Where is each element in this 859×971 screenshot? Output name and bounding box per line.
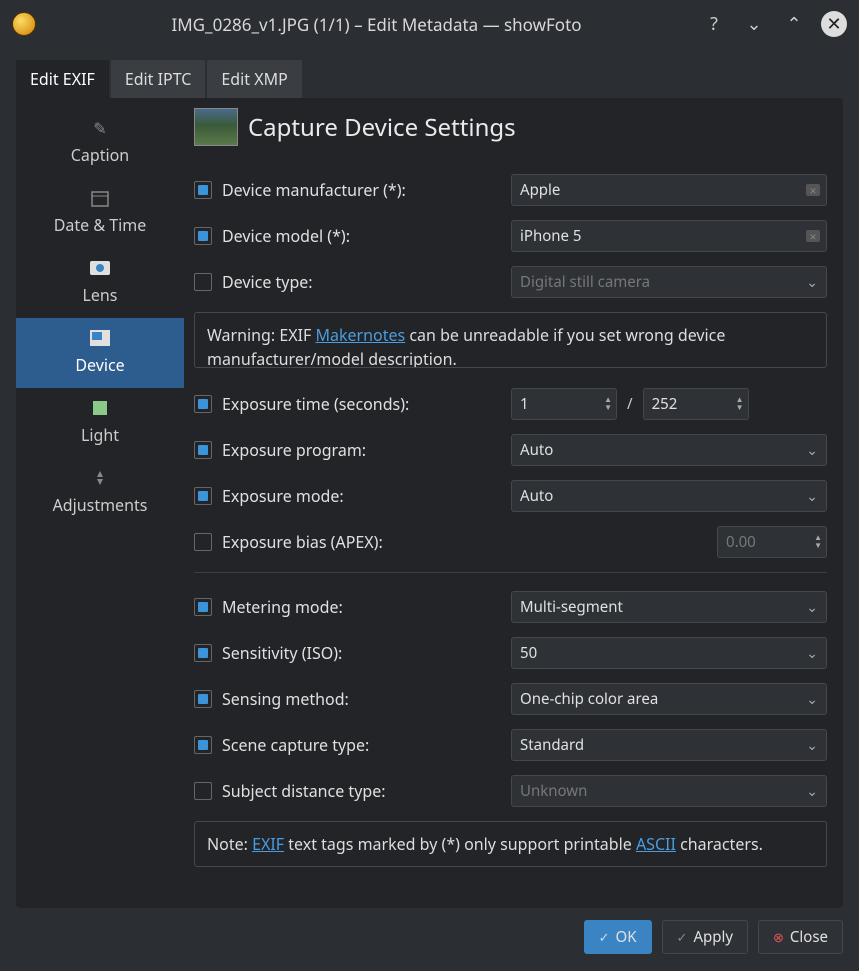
sidebar-item-label: Caption	[71, 144, 129, 166]
settings-panel: Capture Device Settings Device manufactu…	[184, 98, 843, 908]
exposure-program-select[interactable]: Auto	[511, 434, 827, 466]
exif-link[interactable]: EXIF	[252, 833, 284, 855]
subject-distance-label: Subject distance type:	[222, 780, 511, 802]
sensing-method-checkbox[interactable]	[194, 690, 212, 708]
subject-distance-select[interactable]: Unknown	[511, 775, 827, 807]
maximize-button[interactable]: ⌃	[781, 11, 807, 37]
apply-button[interactable]: ✓ Apply	[662, 920, 748, 954]
sidebar-item-label: Light	[81, 424, 119, 446]
model-input[interactable]: iPhone 5 ×	[511, 220, 827, 252]
exposure-bias-checkbox[interactable]	[194, 533, 212, 551]
image-thumbnail	[194, 108, 238, 146]
manufacturer-label: Device manufacturer (*):	[222, 179, 511, 201]
check-icon: ✓	[599, 928, 610, 946]
dialog-footer: ✓ OK ✓ Apply ⊗ Close	[0, 908, 859, 966]
metering-mode-label: Metering mode:	[222, 596, 511, 618]
device-type-select[interactable]: Digital still camera	[511, 266, 827, 298]
ok-button[interactable]: ✓ OK	[584, 920, 652, 954]
window-title: IMG_0286_v1.JPG (1/1) – Edit Metadata — …	[52, 13, 701, 36]
makernotes-link[interactable]: Makernotes	[316, 324, 406, 346]
lens-icon	[88, 258, 112, 278]
subject-distance-checkbox[interactable]	[194, 782, 212, 800]
ascii-link[interactable]: ASCII	[636, 833, 676, 855]
close-icon: ⊗	[773, 928, 784, 946]
main-tabs: Edit EXIF Edit IPTC Edit XMP	[0, 48, 859, 98]
clear-icon[interactable]: ×	[806, 184, 820, 196]
device-icon	[88, 328, 112, 348]
exposure-mode-label: Exposure mode:	[222, 485, 511, 507]
note-box: Note: EXIF text tags marked by (*) only …	[194, 821, 827, 867]
device-type-checkbox[interactable]	[194, 273, 212, 291]
iso-checkbox[interactable]	[194, 644, 212, 662]
tab-edit-exif[interactable]: Edit EXIF	[16, 60, 109, 98]
pencil-icon: ✎	[88, 118, 112, 138]
divider	[194, 572, 827, 573]
exposure-time-numerator[interactable]: 1 ▲▼	[511, 388, 617, 420]
sidebar-item-caption[interactable]: ✎ Caption	[16, 108, 184, 178]
scene-capture-checkbox[interactable]	[194, 736, 212, 754]
device-type-label: Device type:	[222, 271, 511, 293]
help-button[interactable]: ?	[701, 11, 727, 37]
warning-box: Warning: EXIF Makernotes can be unreadab…	[194, 312, 827, 368]
sidebar-item-adjustments[interactable]: Adjustments	[16, 458, 184, 528]
adjustments-icon	[88, 468, 112, 488]
fraction-slash: /	[627, 394, 633, 414]
exposure-time-checkbox[interactable]	[194, 395, 212, 413]
clear-icon[interactable]: ×	[806, 230, 820, 242]
tab-edit-iptc[interactable]: Edit IPTC	[111, 60, 206, 98]
calendar-icon	[88, 188, 112, 208]
manufacturer-checkbox[interactable]	[194, 181, 212, 199]
metering-mode-select[interactable]: Multi-segment	[511, 591, 827, 623]
sidebar-item-label: Lens	[83, 284, 118, 306]
minimize-button[interactable]: ⌄	[741, 11, 767, 37]
close-window-button[interactable]: ✕	[821, 11, 847, 37]
sidebar-item-light[interactable]: Light	[16, 388, 184, 458]
exposure-program-checkbox[interactable]	[194, 441, 212, 459]
exposure-bias-spinbox[interactable]: 0.00 ▲▼	[717, 526, 827, 558]
sidebar-item-label: Date & Time	[54, 214, 147, 236]
model-checkbox[interactable]	[194, 227, 212, 245]
scene-capture-label: Scene capture type:	[222, 734, 511, 756]
iso-label: Sensitivity (ISO):	[222, 642, 511, 664]
iso-select[interactable]: 50	[511, 637, 827, 669]
manufacturer-input[interactable]: Apple ×	[511, 174, 827, 206]
scene-capture-select[interactable]: Standard	[511, 729, 827, 761]
check-icon: ✓	[677, 928, 688, 946]
metering-mode-checkbox[interactable]	[194, 598, 212, 616]
exposure-time-label: Exposure time (seconds):	[222, 393, 511, 415]
exposure-mode-checkbox[interactable]	[194, 487, 212, 505]
sidebar-item-device[interactable]: Device	[16, 318, 184, 388]
sensing-method-label: Sensing method:	[222, 688, 511, 710]
sidebar-item-label: Device	[75, 354, 124, 376]
sidebar-item-date-time[interactable]: Date & Time	[16, 178, 184, 248]
close-button[interactable]: ⊗ Close	[758, 920, 843, 954]
app-icon	[12, 12, 36, 36]
light-icon	[88, 398, 112, 418]
page-title: Capture Device Settings	[248, 111, 516, 144]
category-sidebar: ✎ Caption Date & Time Lens Device Ligh	[16, 98, 184, 908]
titlebar: IMG_0286_v1.JPG (1/1) – Edit Metadata — …	[0, 0, 859, 48]
sidebar-item-label: Adjustments	[53, 494, 148, 516]
sensing-method-select[interactable]: One-chip color area	[511, 683, 827, 715]
tab-edit-xmp[interactable]: Edit XMP	[207, 60, 301, 98]
exposure-bias-label: Exposure bias (APEX):	[222, 531, 717, 553]
exposure-program-label: Exposure program:	[222, 439, 511, 461]
exposure-mode-select[interactable]: Auto	[511, 480, 827, 512]
exposure-time-denominator[interactable]: 252 ▲▼	[643, 388, 749, 420]
model-label: Device model (*):	[222, 225, 511, 247]
sidebar-item-lens[interactable]: Lens	[16, 248, 184, 318]
